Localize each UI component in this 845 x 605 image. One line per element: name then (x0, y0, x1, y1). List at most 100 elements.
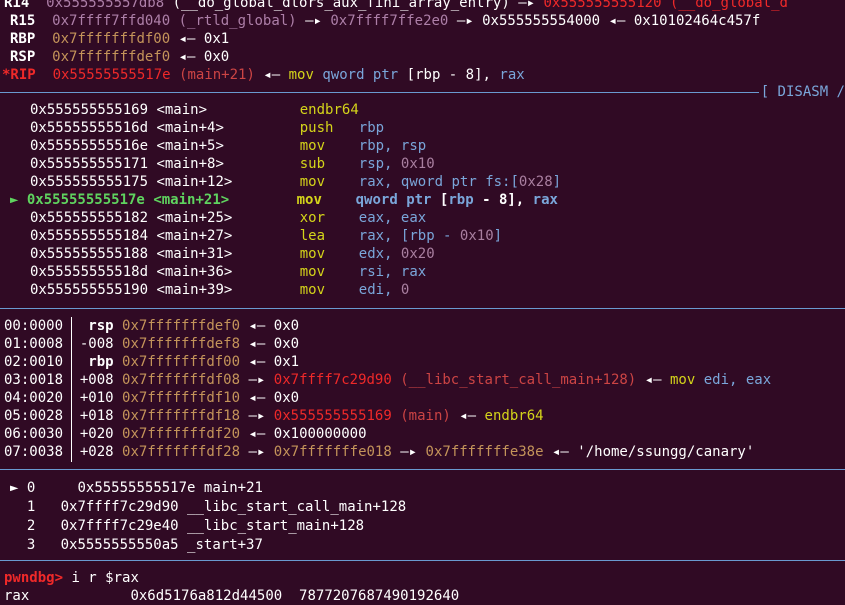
disasm-operands: edi, 0 (358, 282, 410, 298)
stack-column-divider (71, 317, 72, 462)
backtrace-address: 0x5555555550a5 (60, 537, 179, 553)
disasm-address: 0x55555555516d (30, 120, 149, 136)
disasm-symbol: <main> (156, 102, 300, 118)
disasm-address: 0x555555555188 (30, 246, 149, 262)
stack-index: 04:0020 (4, 390, 64, 406)
stack-separator (0, 308, 845, 309)
disasm-operands: qword ptr [rbp - 8], rax (355, 192, 558, 208)
stack-arrow: ◂— (248, 336, 266, 352)
disasm-opcode: endbr64 (299, 102, 359, 118)
disasm-row: 0x555555555190 <main+39> mov edi, 0 (30, 281, 409, 299)
register-row-r15: R15 0x7ffff7ffd040 (_rtld_global) —▸ 0x7… (10, 13, 761, 29)
disasm-symbol: <main+12> (156, 174, 300, 190)
stack-arrow: ◂— (644, 372, 662, 388)
disasm-symbol: <main+21> (153, 192, 297, 208)
stack-instruction: mov (669, 372, 696, 388)
stack-index: 06:0030 (4, 426, 64, 442)
stack-value: 0x0 (273, 336, 300, 352)
disasm-symbol: <main+36> (156, 264, 300, 280)
disasm-operands: rsi, rax (358, 264, 427, 280)
disasm-symbol: <main+8> (156, 156, 300, 172)
prompt-separator (0, 560, 845, 561)
backtrace-symbol: _start+37 (187, 537, 263, 553)
command-line[interactable]: pwndbg> i r $rax (4, 569, 139, 587)
terminal-window: { "registers": [ {"name":"R14","value":"… (0, 0, 845, 605)
disasm-row: 0x555555555169 <main> endbr64 (30, 101, 359, 119)
stack-row: 06:0030 +020 0x7fffffffdf20 ◂— 0x1000000… (4, 425, 367, 443)
stack-row: 00:0000 rsp 0x7fffffffdef0 ◂— 0x0 (4, 317, 299, 335)
stack-value: 0x0 (273, 318, 300, 334)
stack-address: 0x7fffffffdef8 (122, 336, 241, 352)
disasm-address: 0x555555555171 (30, 156, 149, 172)
stack-index: 07:0038 (4, 444, 64, 460)
stack-arrow: ◂— (459, 408, 477, 424)
output-dec: 7877207687490192640 (299, 588, 460, 604)
disasm-opcode: sub (299, 156, 359, 172)
stack-value: 0x1 (273, 354, 300, 370)
backtrace-row: 2 0x7ffff7c29e40 __libc_start_main+128 (10, 517, 364, 535)
disasm-opcode: mov (299, 138, 359, 154)
stack-row: 01:0008 -008 0x7fffffffdef8 ◂— 0x0 (4, 335, 299, 353)
disasm-opcode: mov (299, 264, 359, 280)
stack-arrow: ◂— (248, 354, 266, 370)
disasm-symbol: <main+25> (156, 210, 300, 226)
stack-value: 0x555555555169 (273, 408, 392, 424)
stack-row: 07:0038 +028 0x7fffffffdf28 —▸ 0x7ffffff… (4, 443, 754, 461)
register-row-rip: *RIP 0x55555555517e (main+21) ◂— mov qwo… (2, 67, 525, 83)
register-row-r14: R14 0x555555557db8 (__do_global_dtors_au… (4, 0, 788, 12)
stack-arrow: —▸ (248, 408, 266, 424)
stack-address: 0x7fffffffdf10 (122, 390, 241, 406)
stack-index: 00:0000 (4, 318, 64, 334)
output-reg: rax (4, 588, 30, 604)
disasm-operands: rax, qword ptr fs:[0x28] (358, 174, 562, 190)
disasm-operands: edx, 0x20 (358, 246, 435, 262)
backtrace-symbol: __libc_start_call_main+128 (187, 499, 407, 515)
disasm-address: 0x555555555169 (30, 102, 149, 118)
disasm-opcode: mov (299, 246, 359, 262)
disasm-operands: eax, eax (358, 210, 427, 226)
disasm-address: 0x555555555182 (30, 210, 149, 226)
stack-arrow: ◂— (248, 426, 266, 442)
disasm-row: 0x555555555171 <main+8> sub rsp, 0x10 (30, 155, 435, 173)
backtrace-row: ► 0 0x55555555517e main+21 (10, 479, 263, 497)
disasm-row: 0x555555555182 <main+25> xor eax, eax (30, 209, 426, 227)
stack-offset: -008 (79, 336, 114, 352)
stack-offset: rbp (79, 354, 114, 370)
disasm-row: ► 0x55555555517e <main+21> mov qword ptr… (10, 191, 558, 209)
disasm-opcode: mov (299, 282, 359, 298)
disasm-opcode: mov (296, 192, 356, 208)
stack-address: 0x7fffffffdef0 (122, 318, 241, 334)
disasm-separator (0, 92, 845, 93)
stack-value: 0x7fffffffe018 (273, 444, 392, 460)
backtrace-separator (0, 469, 845, 470)
current-instruction-marker: ► (10, 192, 27, 208)
stack-arrow: —▸ (248, 372, 266, 388)
backtrace-address: 0x7ffff7c29d90 (60, 499, 179, 515)
backtrace-frame-number: 2 (26, 518, 36, 534)
stack-value: 0x7fffffffe38e (425, 444, 544, 460)
backtrace-row: 3 0x5555555550a5 _start+37 (10, 536, 263, 554)
stack-offset: rsp (79, 318, 114, 334)
stack-row: 04:0020 +010 0x7fffffffdf10 ◂— 0x0 (4, 389, 299, 407)
disasm-symbol: <main+5> (156, 138, 300, 154)
disasm-header: [ DISASM / (758, 83, 845, 101)
disasm-row: 0x55555555518d <main+36> mov rsi, rax (30, 263, 426, 281)
backtrace-address: 0x7ffff7c29e40 (60, 518, 179, 534)
backtrace-row: 1 0x7ffff7c29d90 __libc_start_call_main+… (10, 498, 406, 516)
command-output: rax 0x6d5176a812d44500 78772076874901926… (4, 587, 459, 605)
stack-symbol: (main) (400, 408, 451, 424)
stack-offset: +008 (79, 372, 114, 388)
backtrace-frame-number: 1 (26, 499, 36, 515)
disasm-symbol: <main+31> (156, 246, 300, 262)
stack-arrow: ◂— (248, 318, 266, 334)
backtrace-frame-number: 0 (26, 480, 36, 496)
backtrace-marker: ► (10, 480, 19, 496)
disasm-opcode: push (299, 120, 359, 136)
command-input[interactable]: i r $rax (71, 570, 138, 586)
output-hex: 0x6d5176a812d44500 (130, 588, 283, 604)
stack-value: 0x7ffff7c29d90 (273, 372, 392, 388)
disasm-opcode: xor (299, 210, 359, 226)
disasm-opcode: mov (299, 174, 359, 190)
stack-index: 01:0008 (4, 336, 64, 352)
stack-arrow: ◂— (248, 390, 266, 406)
